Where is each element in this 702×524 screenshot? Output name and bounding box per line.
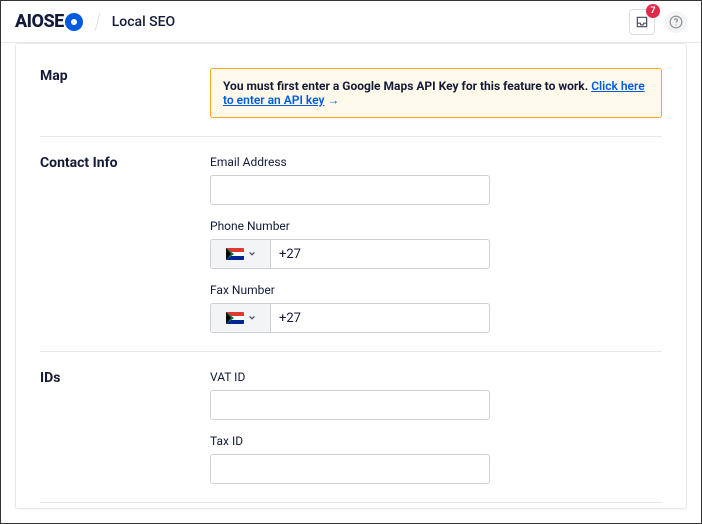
vat-label: VAT ID: [210, 370, 662, 384]
phone-country-selector[interactable]: [211, 240, 271, 268]
inbox-icon: [635, 15, 649, 29]
alert-text: You must first enter a Google Maps API K…: [223, 79, 588, 93]
help-button[interactable]: [665, 11, 687, 33]
page-title: Local SEO: [112, 14, 175, 30]
divider: [94, 13, 100, 31]
header-right: 7: [629, 9, 687, 35]
section-body-ids: VAT ID Tax ID: [210, 370, 662, 484]
fax-dial-code[interactable]: +27: [271, 304, 489, 332]
section-body-map: You must first enter a Google Maps API K…: [210, 68, 662, 118]
content-area: Map You must first enter a Google Maps A…: [1, 43, 701, 523]
help-icon: [669, 15, 683, 29]
logo-gear-icon: [65, 13, 83, 31]
email-input[interactable]: [210, 175, 490, 205]
tax-input[interactable]: [210, 454, 490, 484]
map-api-alert: You must first enter a Google Maps API K…: [210, 68, 662, 118]
section-body-contact: Email Address Phone Number +27 Fax Numbe…: [210, 155, 662, 333]
section-label-map: Map: [40, 68, 210, 118]
vat-input[interactable]: [210, 390, 490, 420]
field-email: Email Address: [210, 155, 662, 205]
fax-country-selector[interactable]: [211, 304, 271, 332]
field-vat: VAT ID: [210, 370, 662, 420]
app-header: AIOSE Local SEO 7: [1, 1, 701, 43]
flag-za-icon: [226, 312, 244, 324]
field-tax: Tax ID: [210, 434, 662, 484]
section-label-contact: Contact Info: [40, 155, 210, 333]
flag-za-icon: [226, 248, 244, 260]
section-ids: IDs VAT ID Tax ID: [40, 352, 662, 503]
phone-label: Phone Number: [210, 219, 662, 233]
section-map: Map You must first enter a Google Maps A…: [40, 50, 662, 137]
arrow-right-icon: →: [327, 93, 339, 107]
email-label: Email Address: [210, 155, 662, 169]
header-left: AIOSE Local SEO: [15, 11, 175, 32]
chevron-down-icon: [248, 250, 256, 258]
chevron-down-icon: [248, 314, 256, 322]
tax-label: Tax ID: [210, 434, 662, 448]
fax-label: Fax Number: [210, 283, 662, 297]
section-label-ids: IDs: [40, 370, 210, 484]
section-payment: Payment Info Price Indicator Select a pr…: [40, 503, 662, 509]
fax-input-group: +27: [210, 303, 490, 333]
settings-card: Map You must first enter a Google Maps A…: [15, 43, 687, 509]
logo-text: AIOSE: [15, 11, 64, 32]
logo: AIOSE: [15, 11, 83, 32]
field-fax: Fax Number +27: [210, 283, 662, 333]
phone-input-group: +27: [210, 239, 490, 269]
notifications-button[interactable]: 7: [629, 9, 655, 35]
notification-badge: 7: [646, 4, 660, 18]
section-contact: Contact Info Email Address Phone Number …: [40, 137, 662, 352]
field-phone: Phone Number +27: [210, 219, 662, 269]
phone-dial-code[interactable]: +27: [271, 240, 489, 268]
